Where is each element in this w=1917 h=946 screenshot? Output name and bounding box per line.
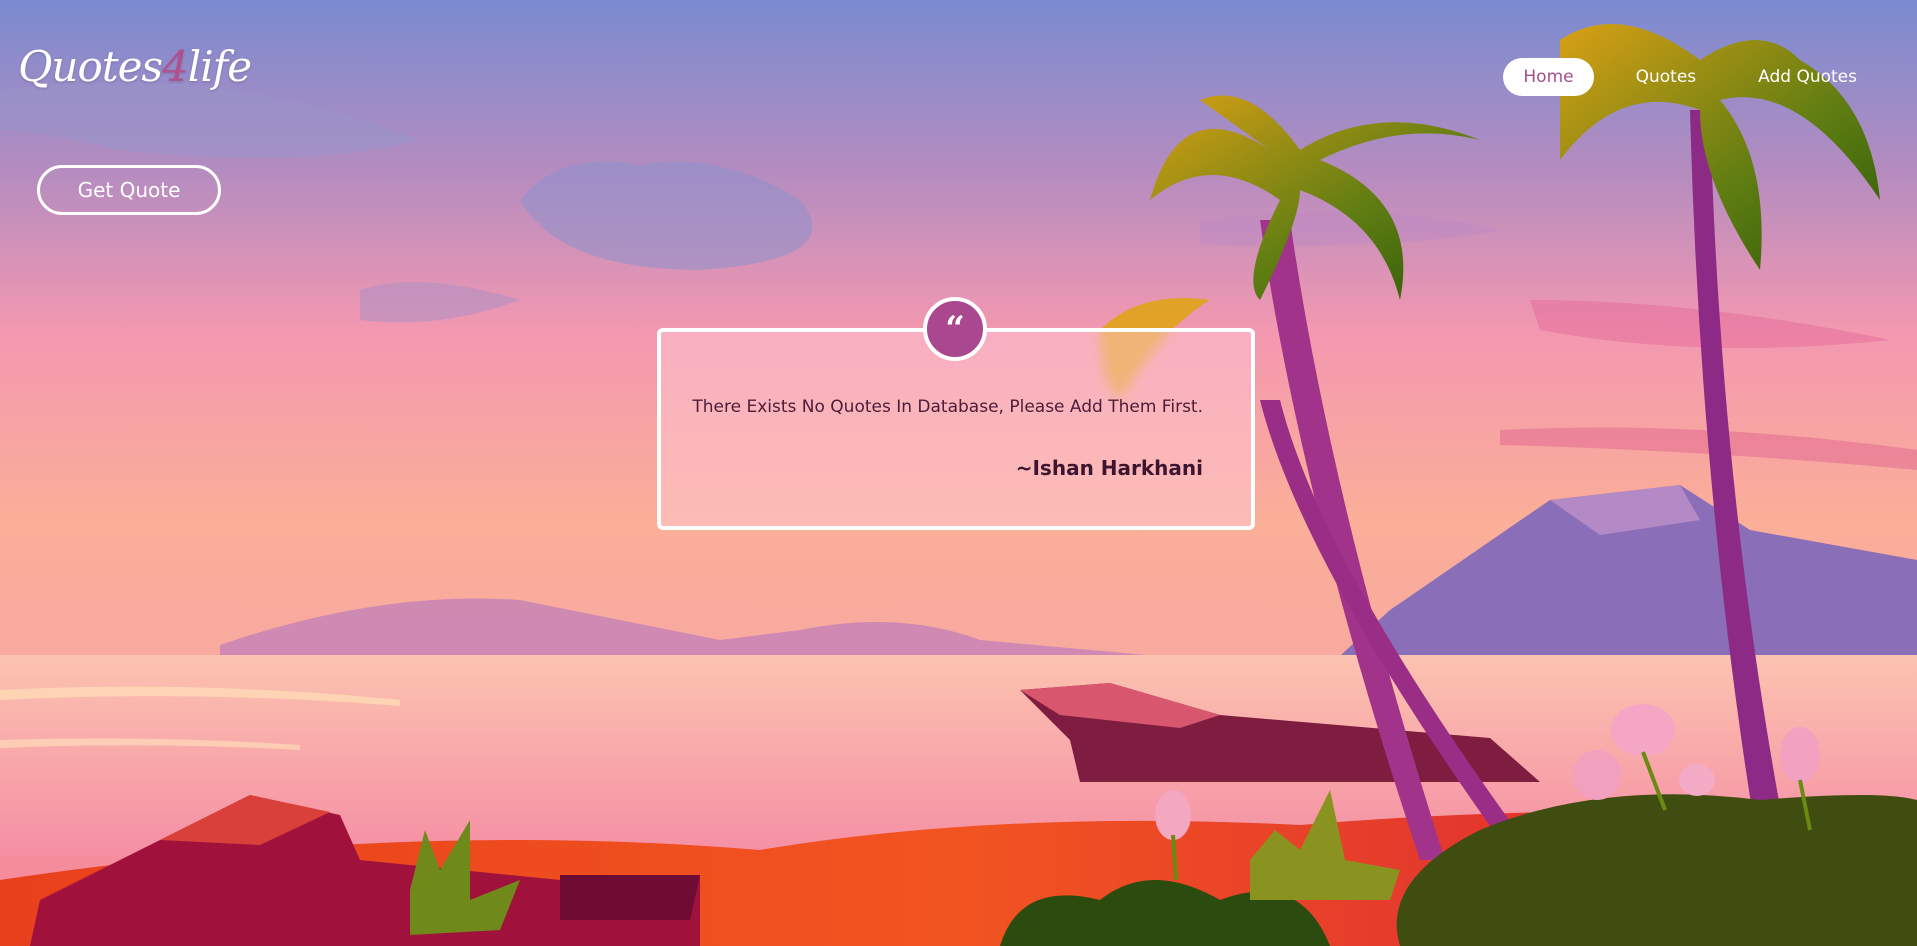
brand-logo-part3: life bbox=[187, 42, 252, 91]
quote-text: There Exists No Quotes In Database, Plea… bbox=[692, 397, 1203, 417]
nav-add-quotes[interactable]: Add Quotes bbox=[1738, 58, 1877, 96]
brand-logo-number: 4 bbox=[162, 42, 189, 91]
main-nav: Home Quotes Add Quotes bbox=[1503, 58, 1877, 96]
brand-logo[interactable]: Quotes4life bbox=[18, 42, 252, 91]
brand-logo-part1: Quotes bbox=[18, 42, 163, 91]
quote-author: ~Ishan Harkhani bbox=[1015, 456, 1203, 480]
nav-quotes[interactable]: Quotes bbox=[1616, 58, 1717, 96]
quote-mark-icon: “ bbox=[923, 297, 987, 361]
get-quote-button[interactable]: Get Quote bbox=[37, 165, 221, 215]
nav-home[interactable]: Home bbox=[1503, 58, 1594, 96]
